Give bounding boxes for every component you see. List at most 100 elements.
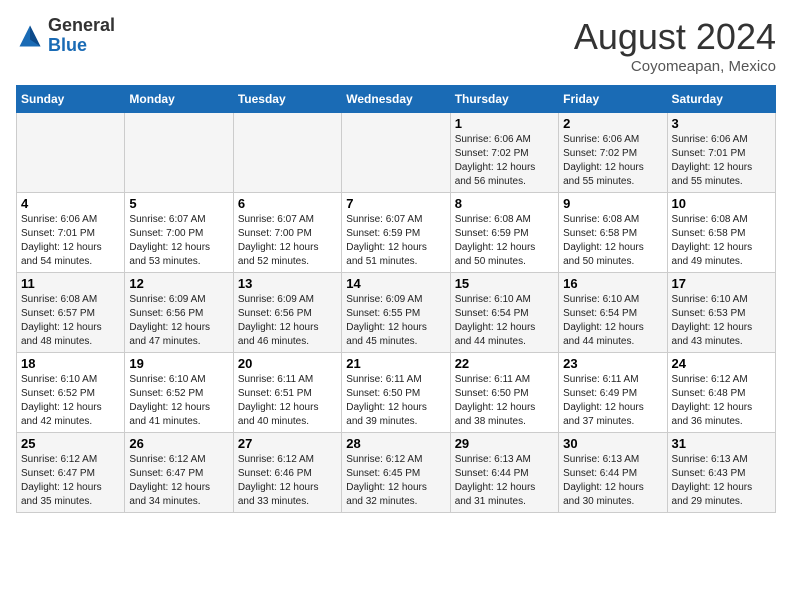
day-info: Sunrise: 6:11 AM Sunset: 6:50 PM Dayligh… (346, 373, 445, 429)
day-number: 29 (455, 436, 554, 451)
calendar-cell: 26Sunrise: 6:12 AM Sunset: 6:47 PM Dayli… (125, 433, 233, 513)
day-number: 1 (455, 116, 554, 131)
day-number: 31 (672, 436, 771, 451)
calendar-body: 1 Sunrise: 6:06 AM Sunset: 7:02 PM Daylig… (17, 113, 776, 513)
calendar-cell: 12Sunrise: 6:09 AM Sunset: 6:56 PM Dayli… (125, 273, 233, 353)
calendar-cell: 7Sunrise: 6:07 AM Sunset: 6:59 PM Daylig… (342, 193, 450, 273)
calendar-cell: 13Sunrise: 6:09 AM Sunset: 6:56 PM Dayli… (233, 273, 341, 353)
calendar-cell: 31 Sunrise: 6:13 AM Sunset: 6:43 PM Dayli… (667, 433, 775, 513)
day-number: 3 (672, 116, 771, 131)
calendar-cell: 2Sunrise: 6:06 AM Sunset: 7:02 PM Daylig… (559, 113, 667, 193)
calendar-cell: 5Sunrise: 6:07 AM Sunset: 7:00 PM Daylig… (125, 193, 233, 273)
weekday-header-row: SundayMondayTuesdayWednesdayThursdayFrid… (17, 86, 776, 113)
day-info: Sunrise: 6:08 AM Sunset: 6:57 PM Dayligh… (21, 293, 120, 349)
calendar-week-row: 1 Sunrise: 6:06 AM Sunset: 7:02 PM Daylig… (17, 113, 776, 193)
calendar-cell: 4Sunrise: 6:06 AM Sunset: 7:01 PM Daylig… (17, 193, 125, 273)
day-info: Sunrise: 6:06 AM Sunset: 7:01 PM Dayligh… (672, 133, 771, 189)
day-number: 10 (672, 196, 771, 211)
calendar-cell: 10 Sunrise: 6:08 AM Sunset: 6:58 PM Dayli… (667, 193, 775, 273)
calendar-cell: 9 Sunrise: 6:08 AM Sunset: 6:58 PM Daylig… (559, 193, 667, 273)
calendar-table: SundayMondayTuesdayWednesdayThursdayFrid… (16, 85, 776, 513)
calendar-header: SundayMondayTuesdayWednesdayThursdayFrid… (17, 86, 776, 113)
calendar-cell: 16 Sunrise: 6:10 AM Sunset: 6:54 PM Dayli… (559, 273, 667, 353)
day-info: Sunrise: 6:11 AM Sunset: 6:51 PM Dayligh… (238, 373, 337, 429)
calendar-week-row: 4Sunrise: 6:06 AM Sunset: 7:01 PM Daylig… (17, 193, 776, 273)
day-info: Sunrise: 6:11 AM Sunset: 6:50 PM Dayligh… (455, 373, 554, 429)
day-number: 15 (455, 276, 554, 291)
day-number: 6 (238, 196, 337, 211)
day-number: 16 (563, 276, 662, 291)
day-info: Sunrise: 6:07 AM Sunset: 7:00 PM Dayligh… (129, 213, 228, 269)
calendar-cell: 17 Sunrise: 6:10 AM Sunset: 6:53 PM Dayli… (667, 273, 775, 353)
day-number: 21 (346, 356, 445, 371)
day-number: 27 (238, 436, 337, 451)
day-info: Sunrise: 6:11 AM Sunset: 6:49 PM Dayligh… (563, 373, 662, 429)
calendar-cell: 14 Sunrise: 6:09 AM Sunset: 6:55 PM Dayli… (342, 273, 450, 353)
day-info: Sunrise: 6:08 AM Sunset: 6:58 PM Dayligh… (563, 213, 662, 269)
calendar-cell: 1 Sunrise: 6:06 AM Sunset: 7:02 PM Daylig… (450, 113, 558, 193)
weekday-header-monday: Monday (125, 86, 233, 113)
day-info: Sunrise: 6:08 AM Sunset: 6:58 PM Dayligh… (672, 213, 771, 269)
day-info: Sunrise: 6:10 AM Sunset: 6:52 PM Dayligh… (21, 373, 120, 429)
calendar-week-row: 18 Sunrise: 6:10 AM Sunset: 6:52 PM Dayli… (17, 353, 776, 433)
day-number: 12 (129, 276, 228, 291)
day-number: 25 (21, 436, 120, 451)
day-info: Sunrise: 6:10 AM Sunset: 6:54 PM Dayligh… (455, 293, 554, 349)
day-number: 19 (129, 356, 228, 371)
day-info: Sunrise: 6:12 AM Sunset: 6:46 PM Dayligh… (238, 453, 337, 509)
day-info: Sunrise: 6:06 AM Sunset: 7:02 PM Dayligh… (455, 133, 554, 189)
calendar-cell (17, 113, 125, 193)
weekday-header-sunday: Sunday (17, 86, 125, 113)
day-info: Sunrise: 6:10 AM Sunset: 6:54 PM Dayligh… (563, 293, 662, 349)
day-info: Sunrise: 6:09 AM Sunset: 6:55 PM Dayligh… (346, 293, 445, 349)
calendar-week-row: 25 Sunrise: 6:12 AM Sunset: 6:47 PM Dayli… (17, 433, 776, 513)
day-info: Sunrise: 6:12 AM Sunset: 6:47 PM Dayligh… (129, 453, 228, 509)
day-number: 23 (563, 356, 662, 371)
logo-icon (16, 22, 44, 50)
weekday-header-wednesday: Wednesday (342, 86, 450, 113)
day-info: Sunrise: 6:13 AM Sunset: 6:44 PM Dayligh… (563, 453, 662, 509)
calendar-cell (342, 113, 450, 193)
weekday-header-friday: Friday (559, 86, 667, 113)
calendar-cell: 23 Sunrise: 6:11 AM Sunset: 6:49 PM Dayli… (559, 353, 667, 433)
calendar-cell: 28Sunrise: 6:12 AM Sunset: 6:45 PM Dayli… (342, 433, 450, 513)
calendar-cell: 15 Sunrise: 6:10 AM Sunset: 6:54 PM Dayli… (450, 273, 558, 353)
calendar-cell: 11 Sunrise: 6:08 AM Sunset: 6:57 PM Dayli… (17, 273, 125, 353)
calendar-cell: 30 Sunrise: 6:13 AM Sunset: 6:44 PM Dayli… (559, 433, 667, 513)
month-year-title: August 2024 (574, 16, 776, 58)
day-info: Sunrise: 6:10 AM Sunset: 6:53 PM Dayligh… (672, 293, 771, 349)
day-info: Sunrise: 6:07 AM Sunset: 7:00 PM Dayligh… (238, 213, 337, 269)
calendar-week-row: 11 Sunrise: 6:08 AM Sunset: 6:57 PM Dayli… (17, 273, 776, 353)
day-number: 30 (563, 436, 662, 451)
location-subtitle: Coyomeapan, Mexico (574, 58, 776, 75)
day-info: Sunrise: 6:06 AM Sunset: 7:01 PM Dayligh… (21, 213, 120, 269)
calendar-cell: 22 Sunrise: 6:11 AM Sunset: 6:50 PM Dayli… (450, 353, 558, 433)
calendar-cell: 25Sunrise: 6:12 AM Sunset: 6:47 PM Dayli… (17, 433, 125, 513)
calendar-cell: 8Sunrise: 6:08 AM Sunset: 6:59 PM Daylig… (450, 193, 558, 273)
logo-text: General Blue (48, 16, 115, 56)
day-number: 14 (346, 276, 445, 291)
day-number: 11 (21, 276, 120, 291)
day-number: 9 (563, 196, 662, 211)
day-info: Sunrise: 6:06 AM Sunset: 7:02 PM Dayligh… (563, 133, 662, 189)
calendar-cell: 29 Sunrise: 6:13 AM Sunset: 6:44 PM Dayli… (450, 433, 558, 513)
calendar-cell: 27 Sunrise: 6:12 AM Sunset: 6:46 PM Dayli… (233, 433, 341, 513)
day-number: 28 (346, 436, 445, 451)
weekday-header-thursday: Thursday (450, 86, 558, 113)
day-number: 18 (21, 356, 120, 371)
calendar-cell: 21 Sunrise: 6:11 AM Sunset: 6:50 PM Dayli… (342, 353, 450, 433)
day-number: 22 (455, 356, 554, 371)
title-block: August 2024 Coyomeapan, Mexico (574, 16, 776, 75)
day-number: 13 (238, 276, 337, 291)
day-number: 24 (672, 356, 771, 371)
day-info: Sunrise: 6:08 AM Sunset: 6:59 PM Dayligh… (455, 213, 554, 269)
day-number: 7 (346, 196, 445, 211)
logo-blue-text: Blue (48, 35, 87, 55)
page-header: General Blue August 2024 Coyomeapan, Mex… (16, 16, 776, 75)
weekday-header-tuesday: Tuesday (233, 86, 341, 113)
day-number: 17 (672, 276, 771, 291)
calendar-cell: 19Sunrise: 6:10 AM Sunset: 6:52 PM Dayli… (125, 353, 233, 433)
day-info: Sunrise: 6:13 AM Sunset: 6:44 PM Dayligh… (455, 453, 554, 509)
day-info: Sunrise: 6:13 AM Sunset: 6:43 PM Dayligh… (672, 453, 771, 509)
logo-general-text: General (48, 15, 115, 35)
